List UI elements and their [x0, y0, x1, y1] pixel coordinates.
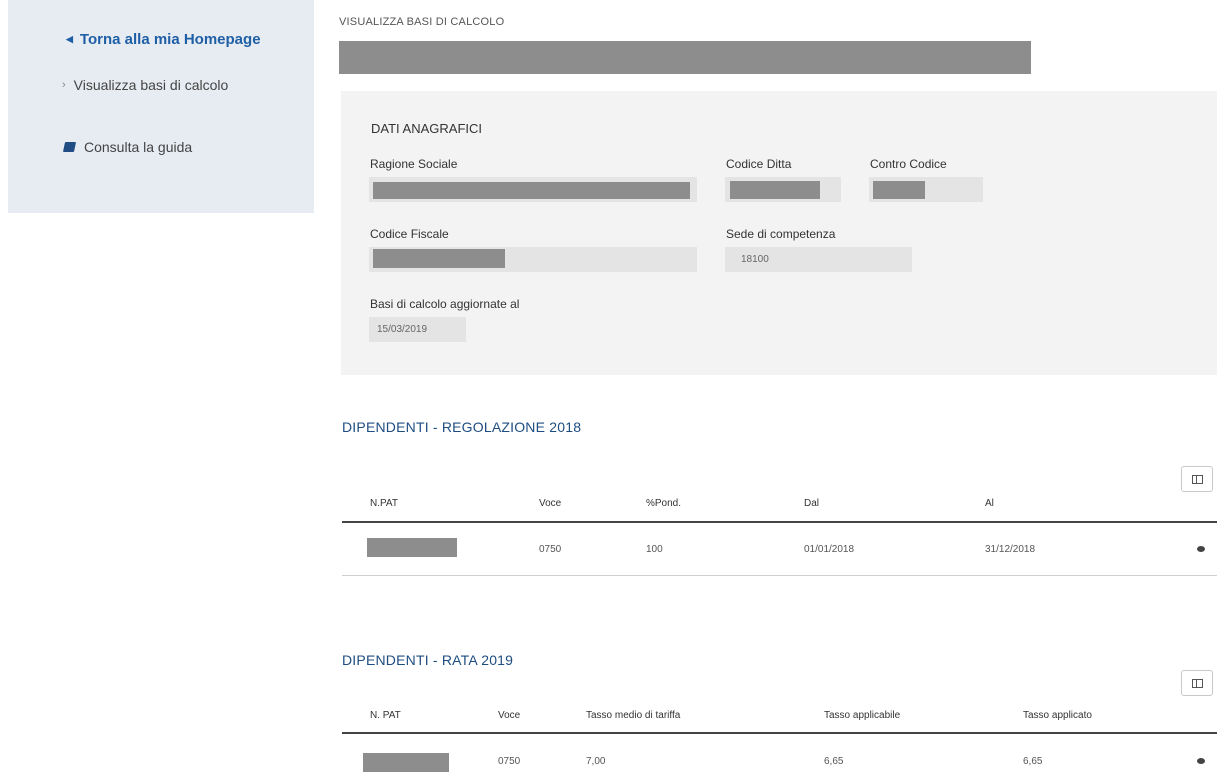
- rata-title: DIPENDENTI - RATA 2019: [342, 652, 514, 668]
- eye-icon[interactable]: [1197, 546, 1205, 552]
- basi-aggiornate-value: 15/03/2019: [377, 324, 428, 335]
- table-header: Voce: [498, 710, 521, 721]
- table-header: N. PAT: [370, 710, 401, 721]
- cell-voce: 0750: [498, 756, 521, 767]
- redacted-codice-ditta: [730, 181, 820, 199]
- cell-pond: 100: [646, 544, 663, 555]
- table-header: %Pond.: [646, 498, 682, 509]
- basi-aggiornate-label: Basi di calcolo aggiornate al: [370, 297, 520, 311]
- columns-icon: [1191, 678, 1203, 688]
- back-to-homepage-link[interactable]: ◀ Torna alla mia Homepage: [66, 31, 261, 48]
- cell-tasso-applicato: 6,65: [1023, 756, 1043, 767]
- sede-value: 18100: [741, 254, 769, 265]
- header-divider: [342, 521, 1217, 523]
- page-title: VISUALIZZA BASI DI CALCOLO: [339, 16, 505, 28]
- table-header: N.PAT: [370, 498, 398, 509]
- columns-toggle-button[interactable]: [1181, 670, 1213, 696]
- chevron-right-icon: ›: [62, 79, 66, 91]
- sede-label: Sede di competenza: [726, 227, 836, 241]
- contro-codice-label: Contro Codice: [870, 157, 947, 171]
- columns-toggle-button[interactable]: [1181, 466, 1213, 492]
- ragione-sociale-label: Ragione Sociale: [370, 157, 458, 171]
- cell-voce: 0750: [539, 544, 562, 555]
- sidebar-item-visualizza[interactable]: › Visualizza basi di calcolo: [62, 77, 228, 93]
- header-divider: [342, 732, 1217, 734]
- cell-al: 31/12/2018: [985, 544, 1036, 555]
- guide-label: Consulta la guida: [84, 139, 193, 155]
- sidebar-item-label: Visualizza basi di calcolo: [73, 77, 229, 93]
- columns-icon: [1191, 474, 1203, 484]
- redacted-bar: [339, 41, 1031, 74]
- back-link-label: Torna alla mia Homepage: [79, 31, 261, 48]
- table-header: Tasso applicato: [1023, 710, 1092, 721]
- eye-icon[interactable]: [1197, 758, 1205, 764]
- table-header: Dal: [804, 498, 820, 509]
- sidebar: ◀ Torna alla mia Homepage › Visualizza b…: [8, 0, 314, 213]
- caret-left-icon: ◀: [66, 34, 73, 44]
- cell-dal: 01/01/2018: [804, 544, 855, 555]
- codice-ditta-label: Codice Ditta: [726, 157, 792, 171]
- redacted-npat: [363, 753, 449, 772]
- sidebar-item-guida[interactable]: Consulta la guida: [63, 139, 192, 155]
- redacted-codice-fiscale: [373, 249, 505, 268]
- redacted-contro-codice: [873, 181, 925, 199]
- redacted-ragione-sociale: [373, 182, 690, 199]
- row-divider: [342, 575, 1217, 576]
- table-header: Tasso medio di tariffa: [586, 710, 681, 721]
- cell-tasso-applicabile: 6,65: [824, 756, 844, 767]
- codice-fiscale-label: Codice Fiscale: [370, 227, 449, 241]
- table-header: Voce: [539, 498, 562, 509]
- redacted-npat: [367, 538, 457, 557]
- regolazione-title: DIPENDENTI - REGOLAZIONE 2018: [342, 419, 582, 435]
- table-header: Tasso applicabile: [824, 710, 901, 721]
- table-header: Al: [985, 498, 994, 509]
- cell-tasso-medio: 7,00: [586, 756, 606, 767]
- book-icon: [63, 142, 76, 153]
- panel-heading: DATI ANAGRAFICI: [371, 121, 482, 136]
